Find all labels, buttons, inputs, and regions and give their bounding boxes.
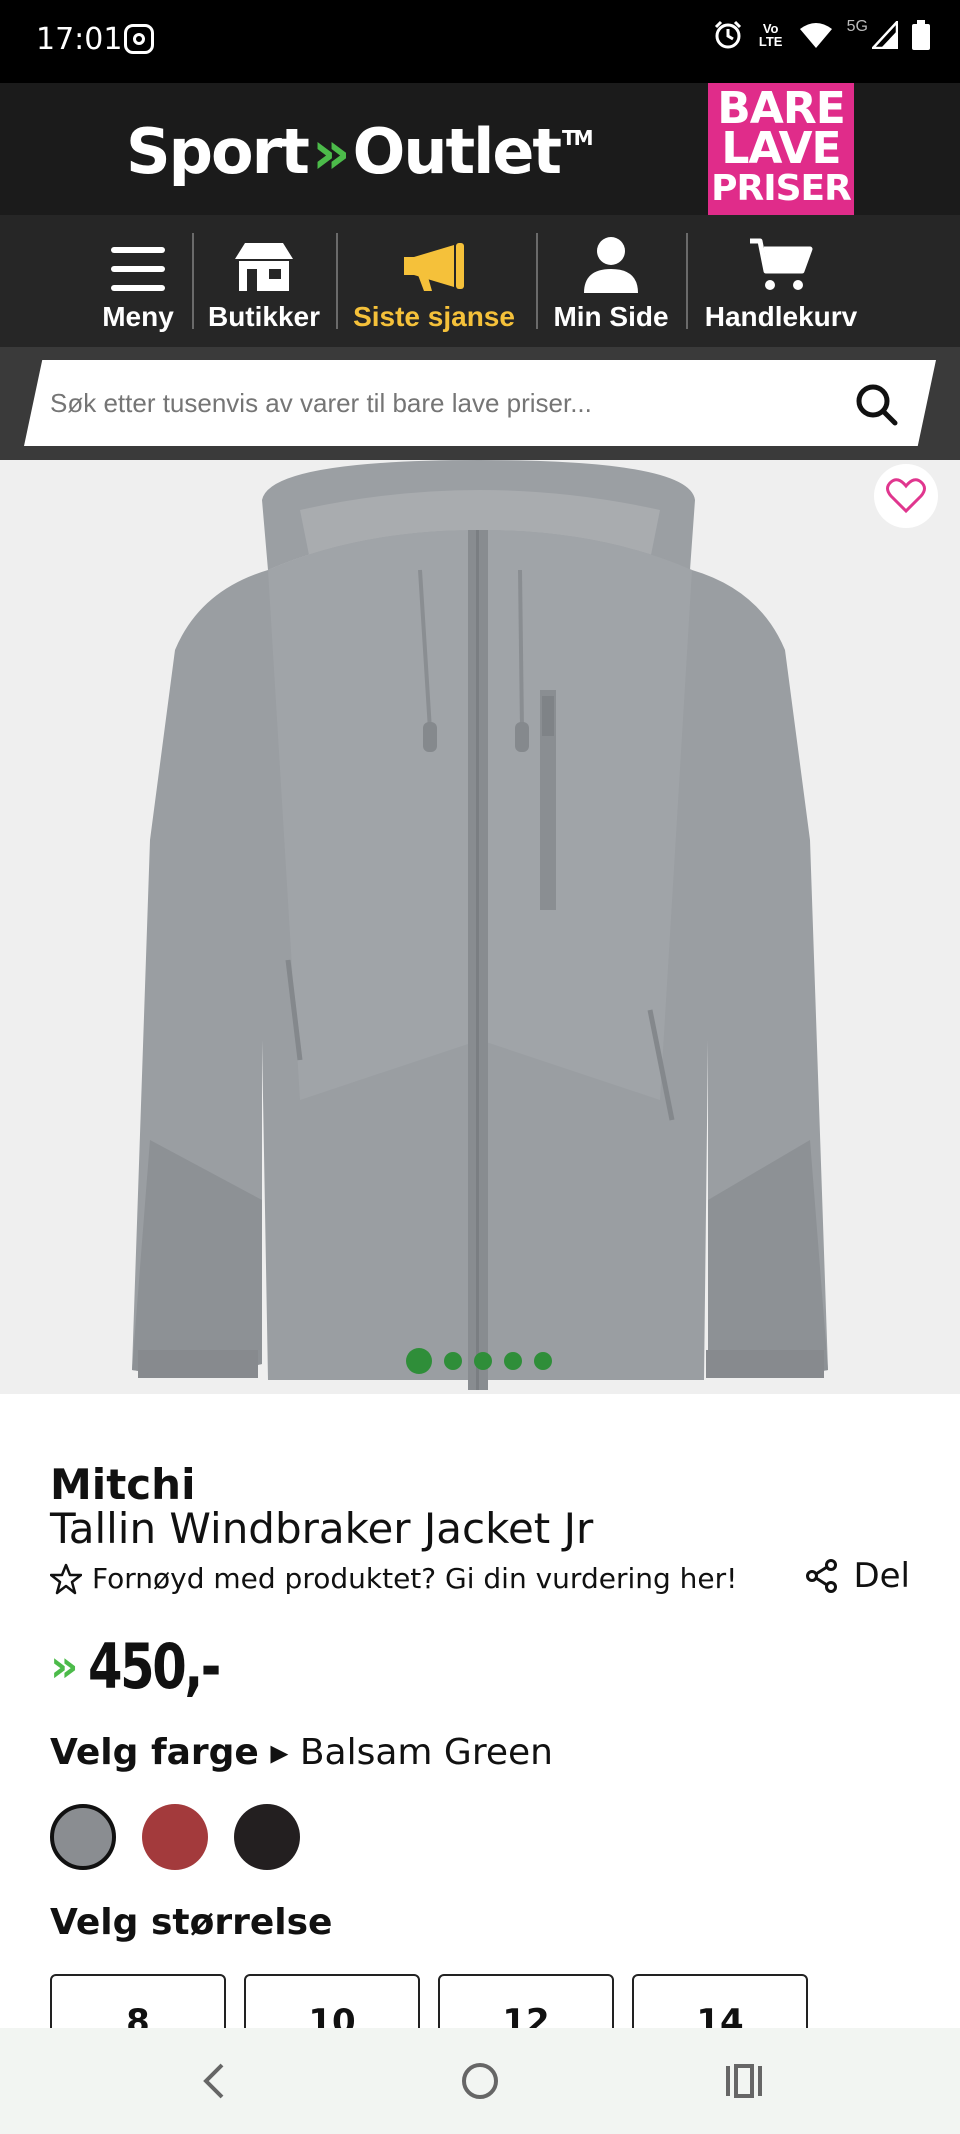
gallery-dot[interactable] (504, 1352, 522, 1370)
cart-icon (750, 238, 813, 290)
nav-item-last-chance[interactable]: Siste sjanse (344, 215, 524, 347)
color-selector-label: Velg farge ▸ Balsam Green (50, 1732, 553, 1773)
search-bar (0, 347, 960, 460)
instagram-icon (124, 24, 154, 54)
home-button[interactable] (450, 2054, 510, 2108)
nav-item-cart[interactable]: Handlekurv (698, 215, 864, 347)
gallery-dot[interactable] (444, 1352, 462, 1370)
color-swatch-grey[interactable] (50, 1804, 116, 1870)
product-name: Tallin Windbraker Jacket Jr (50, 1504, 594, 1553)
price-chevron: » (50, 1641, 79, 1692)
recents-button[interactable] (714, 2054, 774, 2108)
price-value: 450,- (88, 1630, 221, 1703)
product-info: Mitchi Tallin Windbraker Jacket Jr Fornø… (0, 1394, 960, 2044)
nav-item-my-page[interactable]: Min Side (544, 215, 678, 347)
nav-label: Siste sjanse (353, 301, 515, 332)
search-icon[interactable] (854, 382, 898, 426)
status-time: 17:01 (36, 22, 123, 57)
sport-outlet-logo[interactable]: Sport» Outlet TM (126, 115, 594, 188)
size-selector-label: Velg størrelse (50, 1902, 333, 1943)
nav-divider (536, 233, 538, 329)
nav-label: Min Side (553, 301, 669, 332)
heart-icon (886, 478, 926, 514)
volte-icon: Vo LTE (758, 21, 783, 49)
home-icon (462, 2063, 498, 2099)
store-icon (235, 243, 293, 291)
gallery-dot[interactable] (534, 1352, 552, 1370)
nav-item-menu[interactable]: Meny (92, 215, 184, 347)
product-brand[interactable]: Mitchi (50, 1460, 195, 1509)
gallery-pagination (406, 1348, 552, 1374)
recents-icon (726, 2064, 762, 2098)
favorite-button[interactable] (874, 464, 938, 528)
nav-divider (336, 233, 338, 329)
back-button[interactable] (184, 2054, 244, 2108)
back-icon (203, 2063, 224, 2099)
color-swatch-black[interactable] (234, 1804, 300, 1870)
search-input[interactable] (50, 360, 850, 446)
wifi-icon (799, 23, 832, 48)
user-icon (584, 237, 638, 293)
network-label: 5G (846, 18, 868, 35)
gallery-dot[interactable] (406, 1348, 432, 1374)
gallery-dot[interactable] (474, 1352, 492, 1370)
product-image (132, 460, 828, 1390)
share-button[interactable]: Del (805, 1556, 910, 1596)
color-swatch-red[interactable] (142, 1804, 208, 1870)
megaphone-icon (404, 243, 464, 291)
battery-icon (912, 20, 930, 50)
nav-label: Butikker (207, 301, 321, 332)
nav-divider (686, 233, 688, 329)
color-swatches (50, 1804, 300, 1870)
rating-link[interactable]: Fornøyd med produktet? Gi din vurdering … (50, 1562, 737, 1595)
nav-divider (192, 233, 194, 329)
selected-color: Balsam Green (299, 1732, 553, 1773)
main-nav: Meny Butikker Siste sjanse Min Side Hand… (0, 215, 960, 347)
nav-label: Handlekurv (704, 301, 858, 332)
search-box (24, 360, 936, 446)
price: » 450,- (50, 1630, 252, 1703)
menu-icon (111, 247, 165, 291)
share-icon (806, 1559, 838, 1593)
promo-badge: BARE LAVE PRISER (708, 83, 854, 228)
nav-label: Meny (102, 301, 174, 332)
nav-item-stores[interactable]: Butikker (200, 215, 328, 347)
product-image-gallery[interactable] (0, 460, 960, 1394)
signal-icon (872, 21, 898, 49)
rating-prompt: Fornøyd med produktet? Gi din vurdering … (92, 1562, 738, 1595)
star-icon (50, 1563, 82, 1594)
system-nav-bar (0, 2028, 960, 2134)
alarm-icon (714, 20, 741, 49)
share-label: Del (853, 1556, 910, 1596)
status-bar: 17:01 Vo LTE 5G (0, 0, 960, 83)
